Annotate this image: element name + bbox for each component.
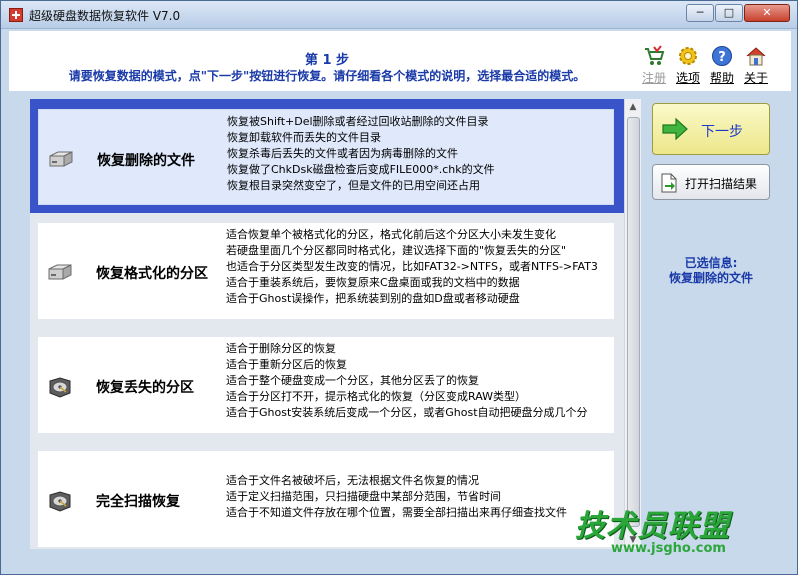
mode-desc-line: 也适合于分区类型发生改变的情况，比如FAT32->NTFS，或者NTFS->FA… [226,260,598,273]
mode-description: 适合于文件名被破坏后，无法根据文件名恢复的情况 适于定义扫描范围，只扫描硬盘中某… [226,473,567,521]
mode-desc-line: 恢复做了ChkDsk磁盘检查后变成FILE000*.chk的文件 [227,163,495,176]
mode-desc-line: 适于定义扫描范围，只扫描硬盘中某部分范围，节省时间 [226,490,501,503]
mode-option-card: 恢复删除的文件 恢复被Shift+Del删除或者经过回收站删除的文件目录 恢复卸… [38,109,614,205]
open-scan-results-label: 打开扫描结果 [685,177,758,191]
register-label: 注册 [641,71,666,85]
mode-option-card: 恢复格式化的分区 适合恢复单个被格式化的分区，格式化前后这个分区大小未发生变化 … [38,223,614,319]
mode-option-full-scan[interactable]: 完全扫描恢复 适合于文件名被破坏后，无法根据文件名恢复的情况 适于定义扫描范围，… [30,441,626,549]
maximize-button[interactable]: □ [715,4,743,22]
about-button[interactable]: 关于 [739,45,773,86]
step-title: 第 1 步 [304,53,350,68]
header: 第 1 步 请要恢复数据的模式，点"下一步"按钮进行恢复。请仔细看各个模式的说明… [9,31,791,91]
help-button[interactable]: ? 帮助 [705,45,739,86]
hard-disk-icon [49,377,71,398]
mode-desc-line: 适合于文件名被破坏后，无法根据文件名恢复的情况 [226,474,479,487]
mode-desc-line: 恢复杀毒后丢失的文件或者因为病毒删除的文件 [227,147,458,160]
mode-option-card: 完全扫描恢复 适合于文件名被破坏后，无法根据文件名恢复的情况 适于定义扫描范围，… [38,451,614,547]
scroll-up-arrow-icon[interactable]: ▲ [628,102,638,112]
scrollbar-thumb[interactable] [627,117,640,527]
mode-option-card: 恢复丢失的分区 适合于删除分区的恢复 适合于重新分区后的恢复 适合于整个硬盘变成… [38,337,614,433]
mode-desc-line: 适合于重新分区后的恢复 [226,358,347,371]
next-step-label: 下一步 [701,124,743,140]
svg-text:?: ? [718,50,726,65]
register-button[interactable]: 注册 [637,45,671,86]
mode-description: 适合恢复单个被格式化的分区，格式化前后这个分区大小未发生变化 若硬盘里面几个分区… [226,227,598,307]
arrow-right-icon [662,117,688,141]
instruction-text: 请要恢复数据的模式，点"下一步"按钮进行恢复。请仔细看各个模式的说明，选择最合适… [68,69,586,83]
app-window: 超级硬盘数据恢复软件 V7.0 ─ □ ✕ 第 1 步 请要恢复数据的模式，点"… [0,0,798,575]
mode-desc-line: 适合于Ghost误操作，把系统装到别的盘如D盘或者移动硬盘 [226,292,520,305]
gear-icon [679,47,697,65]
window-title: 超级硬盘数据恢复软件 V7.0 [29,9,181,23]
mode-title: 恢复丢失的分区 [96,380,194,396]
next-step-button[interactable]: 下一步 [652,103,770,155]
mode-desc-line: 适合于整个硬盘变成一个分区，其他分区丢了的恢复 [226,374,479,387]
cart-icon [645,45,665,65]
watermark-brand: 技术员联盟 [575,509,730,544]
open-file-icon [661,173,677,193]
mode-desc-line: 若硬盘里面几个分区都同时格式化，建议选择下面的"恢复丢失的分区" [226,244,567,257]
options-label: 选项 [675,71,700,85]
mode-desc-line: 适合于Ghost安装系统后变成一个分区，或者Ghost自动把硬盘分成几个分 [226,406,588,419]
mode-list: 恢复删除的文件 恢复被Shift+Del删除或者经过回收站删除的文件目录 恢复卸… [30,99,642,549]
help-icon: ? [712,46,732,66]
mode-desc-line: 适合于删除分区的恢复 [226,342,336,355]
mode-title: 恢复格式化的分区 [96,266,208,282]
help-label: 帮助 [709,71,734,85]
mode-option-deleted-files[interactable]: 恢复删除的文件 恢复被Shift+Del删除或者经过回收站删除的文件目录 恢复卸… [30,99,626,217]
watermark-url: www.jsgho.com [611,541,726,556]
mode-title: 恢复删除的文件 [97,153,195,169]
mode-description: 恢复被Shift+Del删除或者经过回收站删除的文件目录 恢复卸载软件而丢失的文… [227,114,495,194]
about-label: 关于 [743,71,768,85]
mode-desc-line: 适合恢复单个被格式化的分区，格式化前后这个分区大小未发生变化 [226,228,556,241]
close-button[interactable]: ✕ [744,4,790,22]
mode-desc-line: 适合于重装系统后，要恢复原来C盘桌面或我的文档中的数据 [226,276,520,289]
mode-desc-line: 恢复根目录突然变空了，但是文件的已用空间还占用 [227,179,480,192]
mode-desc-line: 适合于不知道文件存放在哪个位置，需要全部扫描出来再仔细查找文件 [226,506,567,519]
disk-drive-icon [49,151,73,167]
vertical-scrollbar[interactable]: ▲ ▼ [624,99,641,549]
mode-desc-line: 适合于分区打不开，提示格式化的恢复（分区变成RAW类型） [226,390,526,403]
hard-disk-icon [49,491,71,512]
mode-desc-line: 恢复被Shift+Del删除或者经过回收站删除的文件目录 [227,115,489,128]
open-scan-results-button[interactable]: 打开扫描结果 [652,164,770,200]
mode-desc-line: 恢复卸载软件而丢失的文件目录 [227,131,381,144]
app-icon [9,8,23,22]
mode-description: 适合于删除分区的恢复 适合于重新分区后的恢复 适合于整个硬盘变成一个分区，其他分… [226,341,588,421]
selection-value: 恢复删除的文件 [668,271,753,285]
mode-option-formatted-partition[interactable]: 恢复格式化的分区 适合恢复单个被格式化的分区，格式化前后这个分区大小未发生变化 … [30,213,626,331]
mode-title: 完全扫描恢复 [96,494,180,510]
options-button[interactable]: 选项 [671,45,705,86]
home-icon [746,47,766,66]
disk-drive-icon [48,264,72,280]
mode-option-lost-partition[interactable]: 恢复丢失的分区 适合于删除分区的恢复 适合于重新分区后的恢复 适合于整个硬盘变成… [30,327,626,445]
watermark: 技术员联盟 www.jsgho.com [575,501,775,556]
minimize-button[interactable]: ─ [686,4,714,22]
title-bar[interactable]: 超级硬盘数据恢复软件 V7.0 ─ □ ✕ [1,1,797,29]
